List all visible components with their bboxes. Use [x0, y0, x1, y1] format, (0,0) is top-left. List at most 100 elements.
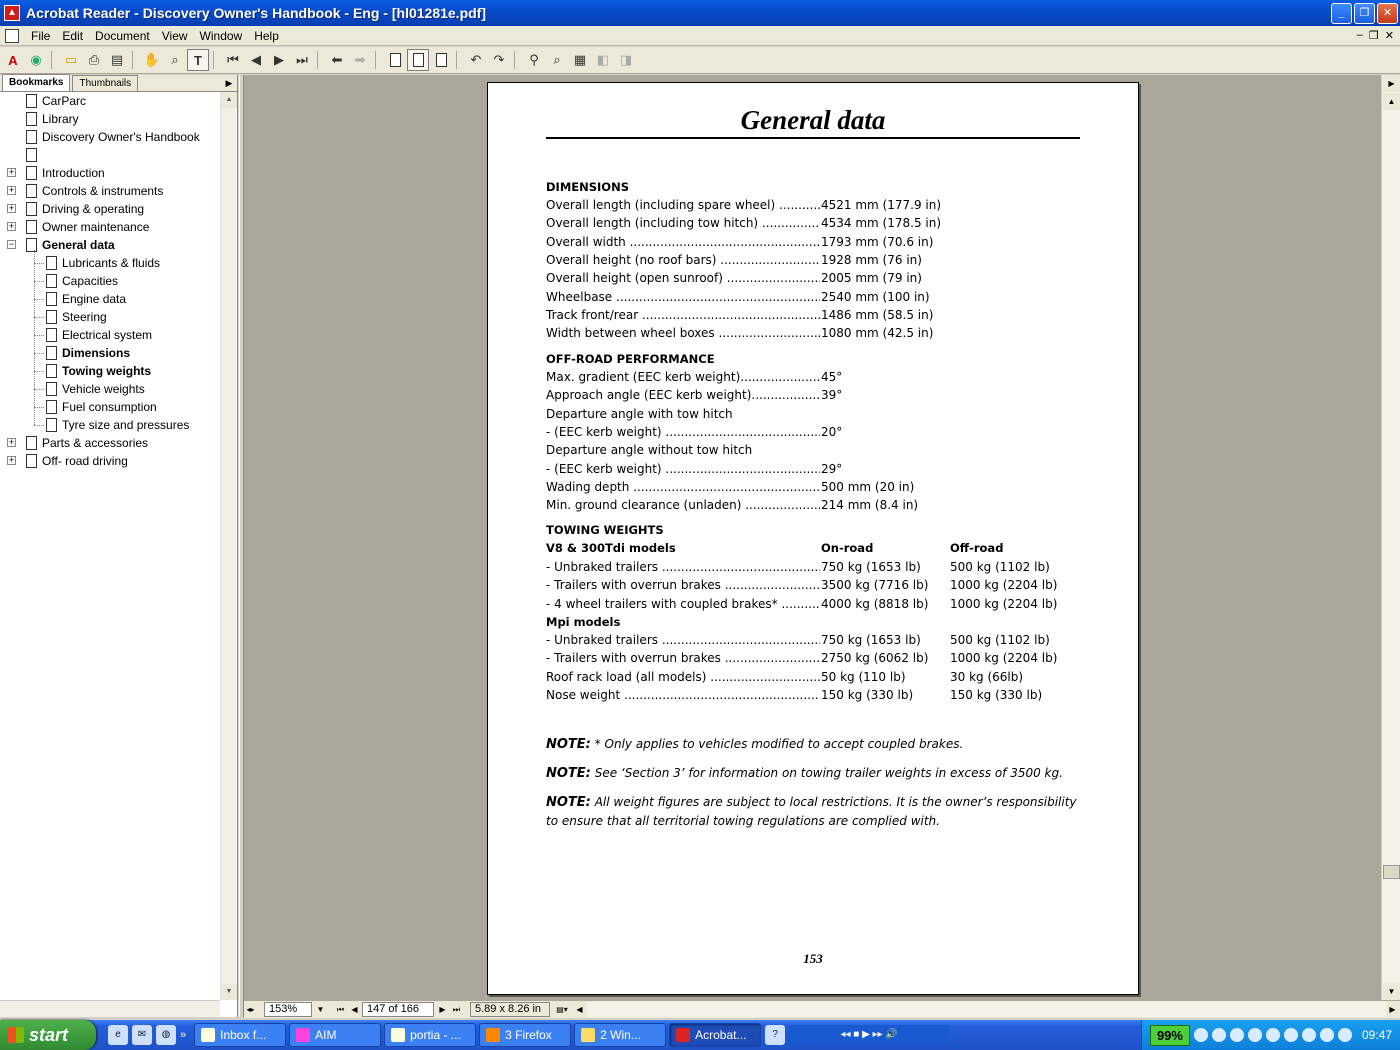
scroll-thumb[interactable]: [1383, 865, 1400, 879]
bookmark-item[interactable]: Lubricants & fluids: [46, 254, 160, 272]
ie-icon[interactable]: e: [108, 1025, 128, 1045]
bookmark-item[interactable]: − General data: [7, 236, 115, 254]
bookmark-item[interactable]: Electrical system: [46, 326, 152, 344]
task-inbox[interactable]: Inbox f...: [194, 1023, 287, 1047]
previous-highlight-icon[interactable]: ◧: [592, 49, 614, 71]
fit-page-icon[interactable]: [407, 49, 429, 71]
document-area[interactable]: General data DIMENSIONS OFF-ROAD PERFORM…: [244, 75, 1381, 1000]
expand-icon[interactable]: +: [7, 438, 16, 447]
zoom-tool-icon[interactable]: ⌕: [164, 49, 186, 71]
previous-page-icon[interactable]: ◀: [245, 49, 267, 71]
go-back-icon[interactable]: ⬅: [326, 49, 348, 71]
close-button[interactable]: ✕: [1377, 2, 1398, 24]
menu-help[interactable]: Help: [248, 29, 285, 43]
bookmark-item[interactable]: + Introduction: [7, 164, 105, 182]
open-icon[interactable]: ▭: [60, 49, 82, 71]
horizontal-scrollbar[interactable]: [587, 1002, 1386, 1017]
bookmark-item[interactable]: Towing weights: [46, 362, 151, 380]
minimize-button[interactable]: _: [1331, 2, 1352, 24]
outlook-icon[interactable]: ✉: [132, 1025, 152, 1045]
fit-width-icon[interactable]: [430, 49, 452, 71]
web-icon[interactable]: ◉: [25, 49, 47, 71]
battery-indicator[interactable]: 99%: [1149, 1024, 1190, 1046]
bookmark-item[interactable]: [26, 146, 42, 164]
bookmark-item[interactable]: Dimensions: [46, 344, 130, 362]
hand-tool-icon[interactable]: ✋: [141, 49, 163, 71]
expand-icon[interactable]: +: [7, 186, 16, 195]
menu-window[interactable]: Window: [194, 29, 249, 43]
zoom-field[interactable]: 153%: [264, 1002, 312, 1017]
bookmark-item[interactable]: CarParc: [26, 92, 86, 110]
bookmark-item[interactable]: + Driving & operating: [7, 200, 144, 218]
document-icon[interactable]: [5, 28, 19, 43]
search-icon[interactable]: ⌕: [546, 49, 568, 71]
document-scrollbar[interactable]: ▶ ▲ ▼: [1381, 75, 1400, 1000]
expand-icon[interactable]: +: [7, 204, 16, 213]
next-highlight-icon[interactable]: ◨: [615, 49, 637, 71]
volume-icon[interactable]: [1265, 1028, 1280, 1042]
bookmark-item[interactable]: Steering: [46, 308, 107, 326]
antivirus-icon[interactable]: [1229, 1028, 1244, 1042]
next-page-icon[interactable]: ▶: [436, 1002, 449, 1017]
bookmark-item[interactable]: Discovery Owner's Handbook: [26, 128, 200, 146]
scroll-up-icon[interactable]: ▲: [221, 92, 237, 108]
bookmark-item[interactable]: Tyre size and pressures: [46, 416, 189, 434]
scroll-right-icon[interactable]: ▶: [1386, 1002, 1399, 1017]
acrobat-logo-icon[interactable]: A: [2, 49, 24, 71]
split-icon[interactable]: ◂▸: [244, 1002, 257, 1017]
media-player-controls[interactable]: ◂◂ ■ ▶ ▸▸ 🔊: [789, 1025, 950, 1045]
info-icon[interactable]: [1337, 1028, 1352, 1042]
last-page-icon[interactable]: ⏭: [291, 49, 313, 71]
bookmark-item[interactable]: Library: [26, 110, 79, 128]
messenger-icon[interactable]: [1247, 1028, 1262, 1042]
first-page-icon[interactable]: ⏮: [334, 1002, 347, 1017]
firefox-icon[interactable]: ◍: [156, 1025, 176, 1045]
start-button[interactable]: start: [0, 1020, 96, 1050]
tab-thumbnails[interactable]: Thumbnails: [72, 75, 139, 91]
zoom-dropdown-icon[interactable]: ▼: [314, 1002, 327, 1017]
task-portia[interactable]: portia - ...: [384, 1023, 477, 1047]
print-icon[interactable]: ⎙: [83, 49, 105, 71]
bookmark-item[interactable]: + Off- road driving: [7, 452, 128, 470]
bookmark-item[interactable]: + Parts & accessories: [7, 434, 148, 452]
menu-edit[interactable]: Edit: [56, 29, 89, 43]
find-icon[interactable]: ⚲: [523, 49, 545, 71]
actual-size-icon[interactable]: [384, 49, 406, 71]
update-icon[interactable]: [1283, 1028, 1298, 1042]
aim-tray-icon[interactable]: [1301, 1028, 1316, 1042]
previous-page-icon[interactable]: ◀: [348, 1002, 361, 1017]
bookmark-item[interactable]: Capacities: [46, 272, 118, 290]
bookmark-item[interactable]: Fuel consumption: [46, 398, 157, 416]
expand-icon[interactable]: +: [7, 168, 16, 177]
search-results-icon[interactable]: ▦: [569, 49, 591, 71]
scroll-down-icon[interactable]: ▼: [1383, 983, 1400, 1000]
text-select-icon[interactable]: T: [187, 49, 209, 71]
bookmark-item[interactable]: Engine data: [46, 290, 126, 308]
task-acrobat[interactable]: Acrobat...: [669, 1023, 762, 1047]
go-forward-icon[interactable]: ➡: [349, 49, 371, 71]
doc-close-icon[interactable]: ✕: [1385, 29, 1394, 42]
bookmark-item[interactable]: Vehicle weights: [46, 380, 145, 398]
expand-icon[interactable]: +: [7, 456, 16, 465]
scroll-right-pane-icon[interactable]: ▶: [1383, 75, 1400, 92]
help-icon[interactable]: ?: [765, 1025, 786, 1045]
scroll-up-icon[interactable]: ▲: [1383, 93, 1400, 110]
doc-minimize-icon[interactable]: –: [1357, 29, 1363, 42]
power-icon[interactable]: [1193, 1028, 1208, 1042]
nav-options-arrow-icon[interactable]: ▶: [223, 77, 235, 89]
bookmark-scrollbar[interactable]: ▲ ▼: [220, 92, 237, 1000]
restore-button[interactable]: ❐: [1354, 2, 1375, 24]
scroll-left-icon[interactable]: ◀: [573, 1002, 586, 1017]
first-page-icon[interactable]: ⏮: [222, 49, 244, 71]
next-page-icon[interactable]: ▶: [268, 49, 290, 71]
scroll-down-icon[interactable]: ▼: [221, 984, 237, 1000]
page-field[interactable]: 147 of 166: [362, 1002, 434, 1017]
bookmark-item[interactable]: + Owner maintenance: [7, 218, 149, 236]
rotate-cw-icon[interactable]: ↷: [488, 49, 510, 71]
menu-document[interactable]: Document: [89, 29, 156, 43]
tab-bookmarks[interactable]: Bookmarks: [2, 74, 71, 91]
security-icon[interactable]: [1319, 1028, 1334, 1042]
last-page-icon[interactable]: ⏭: [450, 1002, 463, 1017]
network-icon[interactable]: [1211, 1028, 1226, 1042]
quicklaunch-more-icon[interactable]: »: [180, 1029, 186, 1041]
